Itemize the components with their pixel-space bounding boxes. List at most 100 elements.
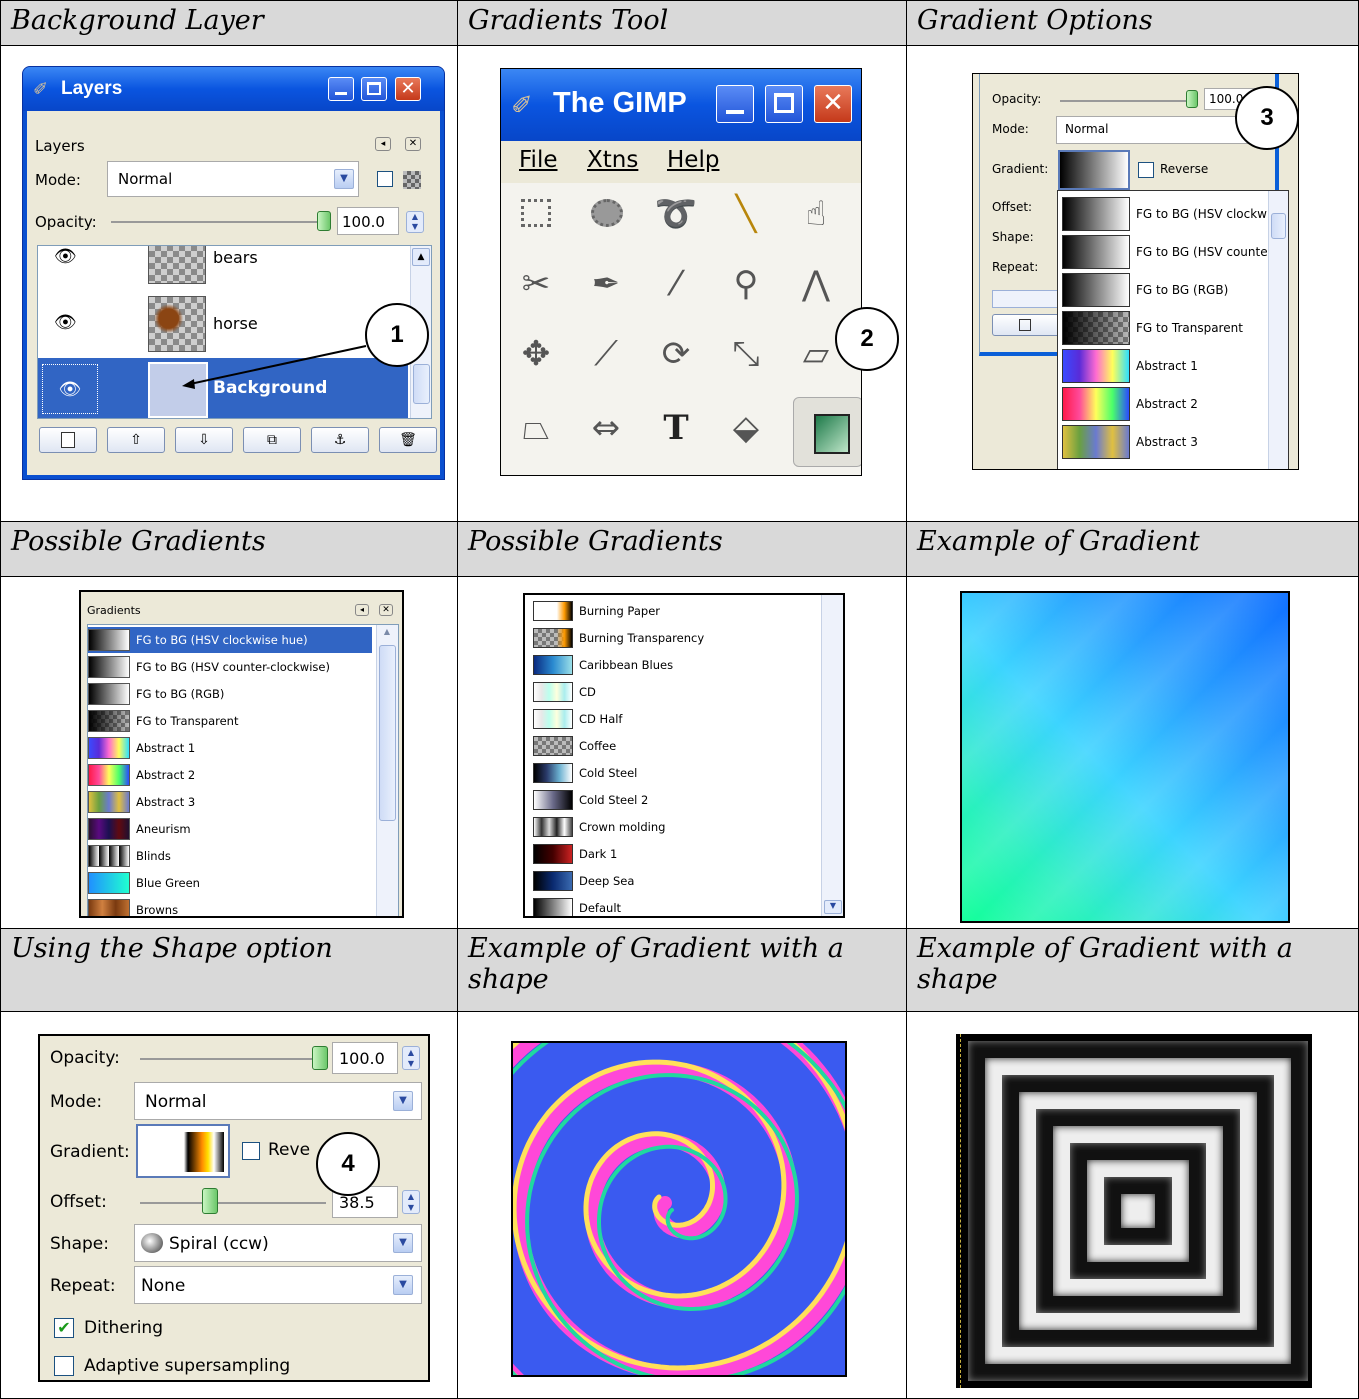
gradient-list-item[interactable]: Caribbean Blues [525,651,843,678]
spin-arrows-icon[interactable]: ▲ ▼ [402,1046,420,1070]
chevron-down-icon[interactable]: ▼ [393,1091,413,1111]
gradient-preview-button[interactable] [1058,150,1130,190]
mode-select[interactable]: Normal ▼ [134,1082,422,1120]
measure-tool-icon[interactable]: ⋀ [791,259,841,309]
opacity-slider-handle[interactable] [317,211,331,231]
flip-tool-icon[interactable]: ⇔ [581,403,631,453]
new-layer-button[interactable] [39,427,97,453]
chevron-down-icon[interactable]: ▼ [334,169,354,189]
reverse-checkbox[interactable] [1138,162,1154,178]
layer-row-bears[interactable]: 👁 bears [38,246,408,288]
menu-xtns[interactable]: Xtns [587,147,638,173]
reverse-checkbox[interactable] [242,1142,260,1160]
shear-tool-icon[interactable]: ▱ [791,329,841,379]
minimize-button[interactable] [328,77,354,101]
tab-menu-icon[interactable]: ◂ [355,604,369,616]
maximize-button[interactable] [765,85,803,123]
menu-help[interactable]: Help [667,147,719,173]
lower-layer-button[interactable]: ⇩ [175,427,233,453]
gradient-list-item[interactable]: FG to BG (RGB) [88,681,398,707]
select-by-color-tool-icon[interactable]: ☝ [791,189,841,239]
gradient-dropdown-item[interactable]: FG to BG (RGB) [1058,271,1288,309]
gradient-dropdown-item[interactable]: Abstract 1 [1058,347,1288,385]
paths-tool-icon[interactable]: ✒ [581,259,631,309]
tab-close-icon[interactable]: ✕ [405,137,421,151]
gradient-list-item[interactable]: Blue Green [88,870,398,896]
scissors-tool-icon[interactable]: ✂ [511,259,561,309]
close-button[interactable]: ✕ [395,77,421,101]
gradient-dropdown-item[interactable]: FG to BG (HSV clockw [1058,195,1288,233]
opacity-slider-handle[interactable] [312,1046,328,1070]
visibility-eye-icon[interactable]: 👁 [42,364,98,414]
gradient-list-item[interactable]: Deep Sea [525,867,843,894]
gradient-list-item[interactable]: Abstract 1 [88,735,398,761]
tab-menu-icon[interactable]: ◂ [375,137,391,151]
repeat-select[interactable]: None ▼ [134,1266,422,1304]
lasso-tool-icon[interactable]: ➰ [651,189,701,239]
close-button[interactable]: ✕ [814,85,852,123]
fuzzy-select-tool-icon[interactable]: ╲ [721,189,771,239]
tab-close-icon[interactable]: ✕ [379,604,393,616]
rect-select-tool-icon[interactable] [511,189,561,239]
visibility-eye-icon[interactable]: 👁 [54,312,77,333]
spin-arrows-icon[interactable]: ▲ ▼ [402,1190,420,1214]
text-tool-icon[interactable]: T [651,403,701,453]
scroll-thumb[interactable] [379,645,396,821]
offset-slider-track[interactable] [140,1202,326,1204]
maximize-button[interactable] [361,77,387,101]
magnify-tool-icon[interactable]: ⚲ [721,259,771,309]
blend-tool-button[interactable] [793,397,861,467]
opacity-spin[interactable]: 100.0 [332,1042,398,1074]
opacity-slider-track[interactable] [111,221,321,223]
gradient-list-item[interactable]: Burning Paper [525,597,843,624]
chevron-down-icon[interactable]: ▼ [393,1233,413,1253]
scroll-up-icon[interactable]: ▲ [379,627,395,641]
gradients-scrollbar[interactable]: ▼ [821,595,843,916]
gradient-list-item[interactable]: FG to BG (HSV counter-clockwise) [88,654,398,680]
gradient-list-item[interactable]: Default [525,894,843,916]
save-options-button[interactable] [992,314,1060,336]
anchor-layer-button[interactable]: ⚓ [311,427,369,453]
shape-select[interactable]: Spiral (ccw) ▼ [134,1224,422,1262]
perspective-tool-icon[interactable]: ⏢ [511,403,561,453]
opacity-spin[interactable]: 100.0 [337,207,399,235]
gradient-dropdown-item[interactable]: Abstract 3 [1058,423,1288,461]
ellipse-select-tool-icon[interactable] [581,189,631,239]
gradient-list-item[interactable]: CD [525,678,843,705]
layers-titlebar[interactable]: ✐ Layers ✕ [23,67,444,111]
move-tool-icon[interactable]: ✥ [511,329,561,379]
mode-select[interactable]: Normal [1056,116,1256,144]
gradient-dropdown-item[interactable]: FG to BG (HSV counte [1058,233,1288,271]
raise-layer-button[interactable]: ⇧ [107,427,165,453]
gradient-dropdown-item[interactable]: Abstract 2 [1058,385,1288,423]
crop-tool-icon[interactable]: ⟋ [581,329,631,379]
opacity-slider-track[interactable] [140,1058,320,1060]
gradient-list-item[interactable]: Abstract 3 [88,789,398,815]
gradient-list-item[interactable]: Abstract 2 [88,762,398,788]
options-hscroll[interactable] [992,290,1060,308]
dropdown-scrollbar[interactable] [1268,191,1288,469]
bucket-fill-tool-icon[interactable]: ⬙ [721,403,771,453]
mode-select[interactable]: Normal ▼ [107,161,359,197]
gradient-list-item[interactable]: FG to Transparent [88,708,398,734]
scale-tool-icon[interactable]: ⤡ [721,329,771,379]
opacity-slider-track[interactable] [1060,100,1190,102]
color-picker-tool-icon[interactable]: ⁄ [651,259,701,309]
scroll-up-icon[interactable]: ▲ [412,248,430,266]
gradient-list-item[interactable]: Cold Steel [525,759,843,786]
gradient-list-item[interactable]: Coffee [525,732,843,759]
layer-row-horse[interactable]: 👁 horse [38,290,408,356]
adaptive-checkbox[interactable] [54,1356,74,1376]
gradient-list-item[interactable]: CD Half [525,705,843,732]
gradient-list-item[interactable]: Blinds [88,843,398,869]
spin-arrows-icon[interactable]: ▲ ▼ [406,211,424,233]
delete-layer-button[interactable]: 🗑 [379,427,437,453]
rotate-tool-icon[interactable]: ⟳ [651,329,701,379]
menu-file[interactable]: File [519,147,558,173]
gradient-list-item[interactable]: FG to BG (HSV clockwise hue) [88,627,372,653]
gradient-preview-button[interactable] [136,1124,230,1178]
gimp-titlebar[interactable]: ✐ The GIMP ✕ [501,69,861,141]
opacity-slider-handle[interactable] [1186,90,1198,108]
layer-row-background[interactable]: 👁 Background [38,358,408,418]
gradient-list-item[interactable]: Cold Steel 2 [525,786,843,813]
